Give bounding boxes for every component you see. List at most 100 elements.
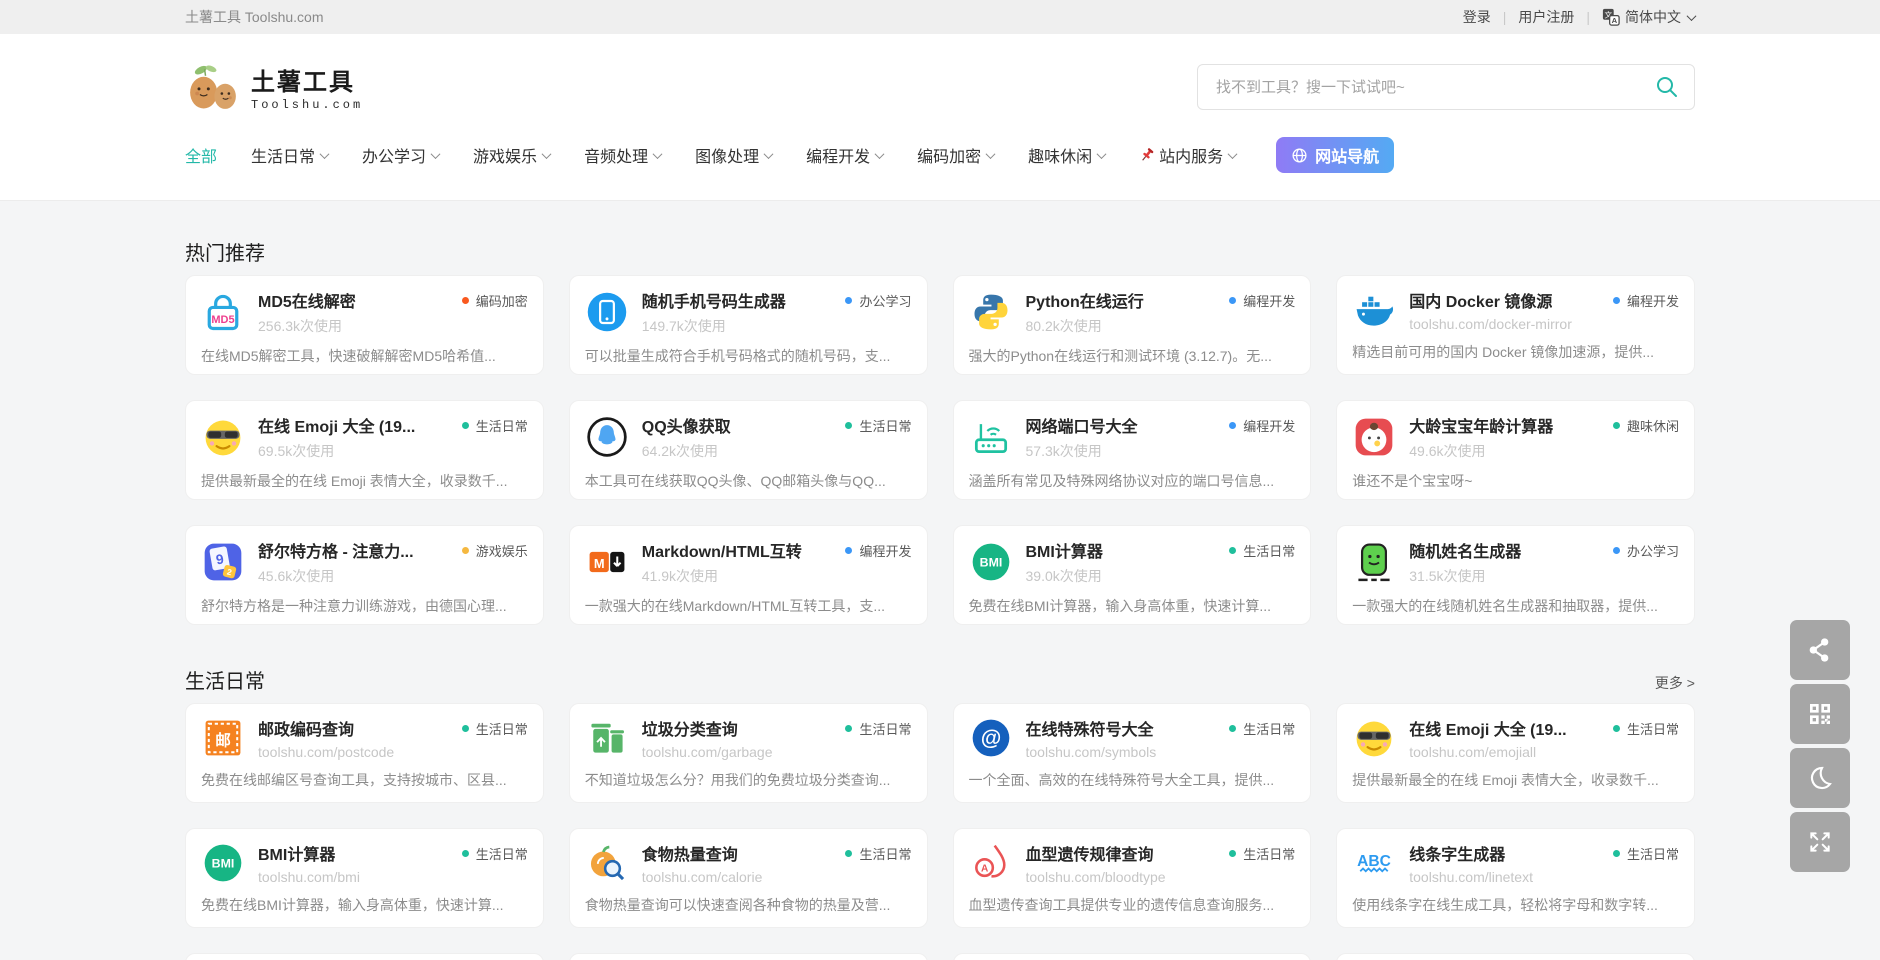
tag-dot [1613, 422, 1620, 429]
emoji-cool-icon [1352, 716, 1396, 760]
nav-item-站内服务[interactable]: 站内服务 [1139, 143, 1236, 167]
tool-tag: 生活日常 [1613, 719, 1679, 738]
tool-card[interactable]: Python在线运行 编程开发 80.2k次使用 强大的Python在线运行和测… [953, 275, 1312, 375]
tool-card[interactable]: QQ头像获取 生活日常 64.2k次使用 本工具可在线获取QQ头像、QQ邮箱头像… [569, 400, 928, 500]
svg-text:M: M [594, 556, 605, 571]
nav-item-编程开发[interactable]: 编程开发 [806, 143, 883, 167]
tool-card[interactable] [185, 953, 544, 960]
tool-tag: 编程开发 [1229, 291, 1295, 310]
tag-label: 编码加密 [476, 291, 528, 310]
tool-desc: 强大的Python在线运行和测试环境 (3.12.7)。无... [969, 346, 1296, 366]
tool-title: Markdown/HTML互转 [642, 538, 802, 562]
tool-subtitle: toolshu.com/emojiall [1409, 744, 1679, 760]
nav-item-游戏娱乐[interactable]: 游戏娱乐 [473, 143, 550, 167]
share-button[interactable] [1790, 620, 1850, 680]
tool-card[interactable]: 随机手机号码生成器 办公学习 149.7k次使用 可以批量生成符合手机号码格式的… [569, 275, 928, 375]
chevron-down-icon [875, 149, 885, 159]
tag-dot [462, 422, 469, 429]
register-link[interactable]: 用户注册 [1518, 7, 1574, 27]
site-logo[interactable]: 土薯工具 Toolshu.com [185, 62, 363, 112]
tool-tag: 生活日常 [845, 844, 911, 863]
tool-card[interactable]: 大龄宝宝年龄计算器 趣味休闲 49.6k次使用 谁还不是个宝宝呀~ [1336, 400, 1695, 500]
tool-card[interactable]: @ 在线特殊符号大全 生活日常 toolshu.com/symbols 一个全面… [953, 703, 1312, 803]
tag-label: 生活日常 [1243, 719, 1295, 738]
separator: | [1586, 9, 1590, 25]
chevron-down-icon [320, 149, 330, 159]
tool-tag: 生活日常 [462, 844, 528, 863]
tool-card[interactable]: 在线 Emoji 大全 (19... 生活日常 69.5k次使用 提供最新最全的… [185, 400, 544, 500]
router-wifi-icon [969, 415, 1013, 459]
tool-subtitle: 57.3k次使用 [1026, 441, 1296, 461]
tag-dot [845, 422, 852, 429]
markdown-icon: M [585, 540, 629, 584]
topbar-site-name: 土薯工具 Toolshu.com [185, 7, 323, 27]
tool-card[interactable] [569, 953, 928, 960]
tool-tag: 游戏娱乐 [462, 541, 528, 560]
tool-card[interactable]: BMI BMI计算器 生活日常 39.0k次使用 免费在线BMI计算器，输入身高… [953, 525, 1312, 625]
nav-item-办公学习[interactable]: 办公学习 [362, 143, 439, 167]
qrcode-button[interactable] [1790, 684, 1850, 744]
tool-tag: 生活日常 [1613, 844, 1679, 863]
tool-card[interactable]: 网络端口号大全 编程开发 57.3k次使用 涵盖所有常见及特殊网络协议对应的端口… [953, 400, 1312, 500]
tag-dot [1229, 297, 1236, 304]
search-input[interactable] [1197, 64, 1695, 110]
tool-subtitle: toolshu.com/symbols [1026, 744, 1296, 760]
language-selector[interactable]: 文A 简体中文 [1602, 7, 1695, 27]
tool-card[interactable]: 垃圾分类查询 生活日常 toolshu.com/garbage 不知道垃圾怎么分… [569, 703, 928, 803]
tool-card[interactable]: 国内 Docker 镜像源 编程开发 toolshu.com/docker-mi… [1336, 275, 1695, 375]
nav-item-音频处理[interactable]: 音频处理 [584, 143, 661, 167]
tool-card[interactable]: BMI BMI计算器 生活日常 toolshu.com/bmi 免费在线BMI计… [185, 828, 544, 928]
nav-item-趣味休闲[interactable]: 趣味休闲 [1028, 143, 1105, 167]
tool-subtitle: 64.2k次使用 [642, 441, 912, 461]
tool-card[interactable]: 食物热量查询 生活日常 toolshu.com/calorie 食物热量查询可以… [569, 828, 928, 928]
tool-card[interactable]: A 血型遗传规律查询 生活日常 toolshu.com/bloodtype 血型… [953, 828, 1312, 928]
section-title: 生活日常 [185, 665, 265, 694]
tool-title: 大龄宝宝年龄计算器 [1409, 413, 1553, 437]
tool-desc: 免费在线BMI计算器，输入身高体重，快速计算... [969, 596, 1296, 616]
tool-card[interactable]: 随机姓名生成器 办公学习 31.5k次使用 一款强大的在线随机姓名生成器和抽取器… [1336, 525, 1695, 625]
chevron-down-icon [1228, 149, 1238, 159]
tool-card[interactable]: 邮 邮政编码查询 生活日常 toolshu.com/postcode 免费在线邮… [185, 703, 544, 803]
tool-card[interactable] [953, 953, 1312, 960]
nav-item-label: 图像处理 [695, 143, 759, 167]
tool-desc: 使用线条字在线生成工具，轻松将字母和数字转... [1352, 895, 1679, 915]
tool-desc: 本工具可在线获取QQ头像、QQ邮箱头像与QQ... [585, 471, 912, 491]
fullscreen-button[interactable] [1790, 812, 1850, 872]
dark-mode-moon-button[interactable] [1790, 748, 1850, 808]
tool-card[interactable]: 在线 Emoji 大全 (19... 生活日常 toolshu.com/emoj… [1336, 703, 1695, 803]
logo-subtitle: Toolshu.com [251, 98, 363, 112]
emoji-cool-icon [201, 415, 245, 459]
tool-desc: 精选目前可用的国内 Docker 镜像加速源，提供... [1352, 342, 1679, 362]
tag-dot [1613, 850, 1620, 857]
nav-item-编码加密[interactable]: 编码加密 [917, 143, 994, 167]
tool-title: MD5在线解密 [258, 288, 356, 312]
tag-label: 生活日常 [859, 844, 911, 863]
tool-desc: 食物热量查询可以快速查阅各种食物的热量及营... [585, 895, 912, 915]
more-link[interactable]: 更多 > [1655, 673, 1695, 693]
tool-tag: 生活日常 [462, 416, 528, 435]
tool-card[interactable]: 92 舒尔特方格 - 注意力... 游戏娱乐 45.6k次使用 舒尔特方格是一种… [185, 525, 544, 625]
tool-subtitle: toolshu.com/bloodtype [1026, 869, 1296, 885]
tag-dot [845, 725, 852, 732]
potato-mascot-icon [185, 62, 241, 112]
tool-card[interactable] [1336, 953, 1695, 960]
tool-title: 在线 Emoji 大全 (19... [258, 413, 415, 437]
login-link[interactable]: 登录 [1463, 7, 1491, 27]
site-directory-button[interactable]: 网站导航 [1276, 137, 1394, 173]
tag-label: 生活日常 [1627, 719, 1679, 738]
trash-bins-icon [585, 716, 629, 760]
tag-label: 编程开发 [1627, 291, 1679, 310]
tool-tag: 趣味休闲 [1613, 416, 1679, 435]
search-icon[interactable] [1655, 75, 1679, 104]
tool-card[interactable]: ABC 线条字生成器 生活日常 toolshu.com/linetext 使用线… [1336, 828, 1695, 928]
nav-item-生活日常[interactable]: 生活日常 [251, 143, 328, 167]
tag-dot [1229, 850, 1236, 857]
tool-card[interactable]: MD5 MD5在线解密 编码加密 256.3k次使用 在线MD5解密工具，快速破… [185, 275, 544, 375]
tool-card[interactable]: M Markdown/HTML互转 编程开发 41.9k次使用 一款强大的在线M… [569, 525, 928, 625]
tag-label: 生活日常 [859, 416, 911, 435]
docker-whale-icon [1352, 288, 1396, 332]
tool-tag: 生活日常 [1229, 844, 1295, 863]
tool-subtitle: toolshu.com/linetext [1409, 869, 1679, 885]
nav-item-图像处理[interactable]: 图像处理 [695, 143, 772, 167]
nav-item-all[interactable]: 全部 [185, 143, 217, 167]
